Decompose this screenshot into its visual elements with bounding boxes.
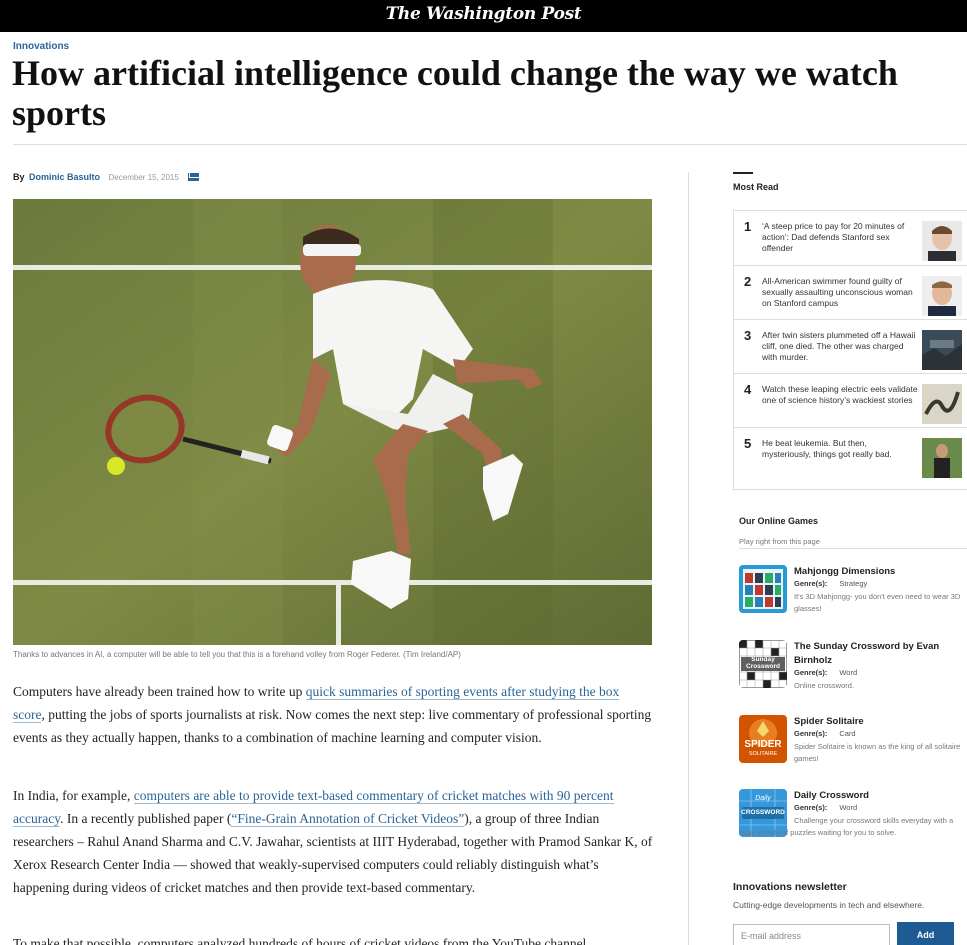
most-read-thumbnail[interactable] <box>922 384 962 424</box>
game-title[interactable]: The Sunday Crossword by Evan Birnholz <box>794 640 964 668</box>
newsletter-email-input[interactable] <box>733 924 890 945</box>
byline: By Dominic Basulto December 15, 2015 <box>13 172 200 182</box>
most-read-item[interactable]: 4 Watch these leaping electric eels vali… <box>734 373 967 427</box>
games-title: Our Online Games <box>739 516 819 526</box>
section-kicker[interactable]: Innovations <box>13 41 69 52</box>
genre-label: Genre(s): <box>794 803 828 812</box>
author-link[interactable]: Dominic Basulto <box>29 172 100 182</box>
game-genre: Genre(s): Word <box>794 803 857 812</box>
most-read-item[interactable]: 2 All-American swimmer found guilty of s… <box>734 265 967 319</box>
paragraph-1-text: Computers have already been trained how … <box>13 684 306 699</box>
most-read-rank: 1 <box>744 219 752 234</box>
games-divider <box>739 548 967 549</box>
newsletter-title: Innovations newsletter <box>733 881 847 893</box>
game-title[interactable]: Daily Crossword <box>794 789 964 803</box>
most-read-rank: 4 <box>744 382 752 397</box>
most-read-item[interactable]: 5 He beat leukemia. But then, mysterious… <box>734 427 967 481</box>
games-subtitle: Play right from this page <box>739 537 820 546</box>
spider-icon-text: SPIDER <box>744 739 782 750</box>
genre-value: Strategy <box>839 579 868 588</box>
genre-value: Word <box>839 668 858 677</box>
game-title[interactable]: Mahjongg Dimensions <box>794 565 964 579</box>
most-read-accent <box>733 172 753 174</box>
washington-post-logo[interactable]: The Washington Post <box>0 4 967 24</box>
spider-icon-subtext: SOLITAIRE <box>748 751 778 757</box>
most-read-headline[interactable]: Watch these leaping electric eels valida… <box>762 384 918 406</box>
genre-value: Word <box>839 803 858 812</box>
most-read-headline[interactable]: He beat leukemia. But then, mysteriously… <box>762 438 918 460</box>
game-genre: Genre(s): Card <box>794 729 856 738</box>
paragraph-3: To make that possible, computers analyze… <box>13 936 587 945</box>
header-divider <box>13 144 967 145</box>
column-divider <box>688 172 689 945</box>
newsletter-add-button[interactable]: Add <box>897 922 954 945</box>
photo-caption: Thanks to advances in AI, a computer wil… <box>13 650 461 659</box>
game-description: Spider Solitaire is known as the king of… <box>794 742 961 763</box>
paragraph-1: Computers have already been trained how … <box>13 680 653 749</box>
lead-photo <box>13 199 652 645</box>
game-mahjongg[interactable]: Mahjongg Dimensions Genre(s): Strategy It… <box>739 565 967 625</box>
link-cricket-paper[interactable]: “Fine-Grain Annotation of Cricket Videos… <box>231 811 465 827</box>
most-read-title: Most Read <box>733 182 779 192</box>
most-read-thumbnail[interactable] <box>922 330 962 370</box>
genre-label: Genre(s): <box>794 668 828 677</box>
game-description: It's 3D Mahjongg- you don't even need to… <box>794 592 961 613</box>
most-read-item[interactable]: 3 After twin sisters plummeted off a Haw… <box>734 319 967 373</box>
genre-value: Card <box>839 729 856 738</box>
most-read-rank: 3 <box>744 328 752 343</box>
paragraph-2-text: In India, for example, <box>13 788 134 803</box>
genre-label: Genre(s): <box>794 729 828 738</box>
tennis-player-image <box>13 199 652 645</box>
most-read-rank: 5 <box>744 436 752 451</box>
paragraph-2: In India, for example, computers are abl… <box>13 784 653 899</box>
newsletter-subtitle: Cutting-edge developments in tech and el… <box>733 900 925 910</box>
game-spider-solitaire[interactable]: SPIDER SOLITAIRE Spider Solitaire Genre(… <box>739 715 967 775</box>
most-read-list: 1 ‘A steep price to pay for 20 minutes o… <box>733 210 967 490</box>
publish-date: December 15, 2015 <box>108 173 179 182</box>
article-headline: How artificial intelligence could change… <box>12 53 898 133</box>
most-read-thumbnail[interactable] <box>922 276 962 316</box>
sunday-crossword-icon-text: Sunday Crossword <box>746 656 780 670</box>
daily-icon-top-text: Daily <box>755 795 771 802</box>
game-description: Online crossword. <box>794 681 855 690</box>
most-read-item[interactable]: 1 ‘A steep price to pay for 20 minutes o… <box>734 211 967 265</box>
most-read-rank: 2 <box>744 274 752 289</box>
sunday-crossword-icon[interactable]: Sunday Crossword <box>739 640 787 688</box>
most-read-headline[interactable]: All-American swimmer found guilty of sex… <box>762 276 918 309</box>
game-title[interactable]: Spider Solitaire <box>794 715 964 729</box>
paragraph-2-text-cont: . In a recently published paper ( <box>60 811 232 826</box>
most-read-headline[interactable]: ‘A steep price to pay for 20 minutes of … <box>762 221 918 254</box>
game-genre: Genre(s): Strategy <box>794 579 867 588</box>
game-description: Challenge your crossword skills everyday… <box>739 816 954 837</box>
genre-label: Genre(s): <box>794 579 828 588</box>
most-read-thumbnail[interactable] <box>922 438 962 478</box>
most-read-headline[interactable]: After twin sisters plummeted off a Hawai… <box>762 330 918 363</box>
byline-prefix: By <box>13 172 25 182</box>
paragraph-1-text-cont: , putting the jobs of sports journalists… <box>13 707 652 745</box>
spider-solitaire-icon[interactable]: SPIDER SOLITAIRE <box>739 715 787 763</box>
most-read-thumbnail[interactable] <box>922 221 962 261</box>
mahjongg-icon[interactable] <box>739 565 787 613</box>
game-genre: Genre(s): Word <box>794 668 857 677</box>
email-author-icon[interactable] <box>188 173 200 181</box>
game-sunday-crossword[interactable]: Sunday Crossword The Sunday Crossword by… <box>739 640 967 700</box>
game-daily-crossword[interactable]: Daily CROSSWORD Daily Crossword Genre(s)… <box>739 789 967 855</box>
